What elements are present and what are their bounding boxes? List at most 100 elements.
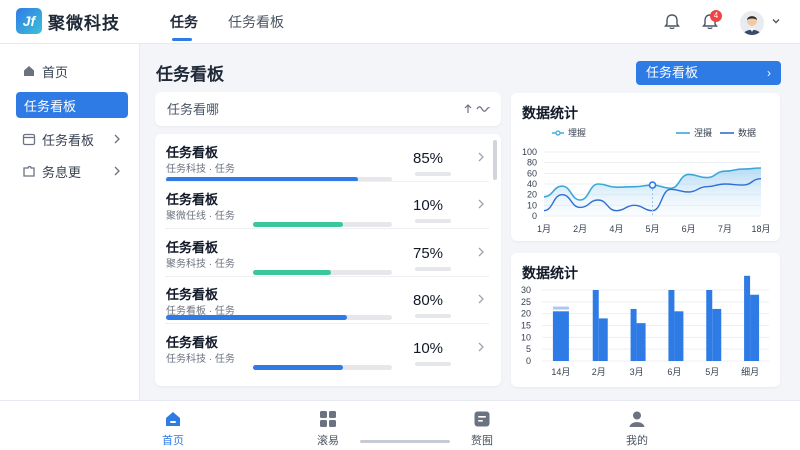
nav-document[interactable]: 赘囿	[452, 409, 512, 448]
bar[interactable]	[706, 290, 713, 361]
page-title: 任务看板	[156, 65, 224, 84]
tab-tasks[interactable]: 任务	[170, 12, 198, 32]
y-tick-label: 20	[527, 190, 537, 200]
task-subtitle: 聚微任线 · 任务	[166, 211, 235, 223]
task-row[interactable]: 任务看板聚微任线 · 任务 10%	[155, 181, 501, 230]
chevron-right-icon[interactable]	[477, 151, 485, 163]
task-progress-fill	[253, 222, 343, 228]
home-indicator	[360, 440, 450, 443]
task-mini-bar	[415, 314, 451, 319]
bell-icon[interactable]	[662, 12, 682, 32]
task-title: 任务看板	[166, 145, 219, 160]
x-tick-label: 18月	[751, 224, 770, 234]
x-tick-label: 4月	[609, 224, 623, 234]
y-tick-label: 10	[527, 200, 537, 210]
task-progress-fill	[253, 269, 331, 275]
task-row[interactable]: 任务看板 聚务科技 · 任务 75%	[155, 229, 501, 277]
logo[interactable]: Jf 聚微科技	[16, 8, 120, 34]
data-point[interactable]	[648, 181, 657, 189]
x-tick-label: 细月	[741, 366, 759, 377]
scrollbar[interactable]	[493, 140, 497, 180]
nav-profile[interactable]: 我的	[607, 409, 667, 448]
document-icon	[474, 411, 490, 427]
task-percent: 80%	[413, 292, 444, 310]
chevron-down-icon[interactable]	[770, 15, 782, 27]
wave-icon[interactable]	[476, 104, 490, 114]
sort-icon[interactable]	[462, 103, 474, 115]
bar[interactable]	[668, 290, 675, 361]
bar[interactable]	[552, 311, 569, 361]
sidebar-item-home[interactable]: 首页	[16, 58, 128, 84]
avatar[interactable]	[740, 11, 764, 35]
legend-label: 埋握	[568, 127, 586, 138]
logo-icon: Jf	[16, 8, 42, 34]
home-icon	[24, 66, 34, 76]
task-progress-bar	[166, 315, 392, 321]
bar[interactable]	[674, 311, 684, 361]
user-icon	[629, 411, 645, 427]
task-title: 任务看板	[166, 239, 219, 255]
top-bar: Jf 聚微科技 任务 任务看板 4	[0, 0, 800, 44]
bar-chart-card: 数据统计 0 5 10 15 20 25 30 14月 2月 3月 6月 5月 细月	[511, 253, 780, 387]
search-input[interactable]	[167, 100, 417, 118]
task-subtitle: 任务科技 · 任务	[166, 164, 235, 175]
task-percent: 85%	[413, 150, 444, 167]
chevron-right-icon[interactable]	[477, 198, 485, 210]
nav-label: 滚易	[317, 435, 339, 447]
y-tick-label: 25	[521, 297, 531, 307]
task-row[interactable]: 任务看板 任务看板 · 任务 80%	[155, 276, 501, 325]
active-tab-indicator	[172, 38, 192, 41]
nav-home[interactable]: 首页	[143, 409, 203, 448]
x-tick-label: 5月	[645, 224, 659, 234]
user-avatar-icon	[740, 11, 764, 35]
task-progress-bar	[253, 364, 392, 370]
task-progress-fill	[253, 364, 343, 370]
calendar-icon	[22, 133, 36, 146]
task-subtitle: 聚务科技 · 任务	[166, 258, 235, 270]
task-title: 任务看板	[166, 334, 219, 350]
y-tick-label: 10	[521, 332, 531, 342]
legend-label: 数据	[738, 127, 756, 138]
sidebar: 首页 任务看板 任务看板 务息更	[0, 44, 140, 400]
task-board-button[interactable]: 任务看板 ›	[636, 61, 781, 85]
bar[interactable]	[630, 308, 637, 361]
task-subtitle: 任务科技 · 任务	[166, 353, 235, 365]
y-tick-label: 30	[521, 285, 531, 295]
bar[interactable]	[712, 308, 722, 361]
task-percent: 10%	[413, 197, 444, 215]
chevron-right-icon[interactable]	[477, 246, 485, 258]
series-area	[544, 168, 761, 216]
sidebar-item-label: 首页	[42, 64, 69, 80]
sidebar-item-task-board[interactable]: 任务看板	[16, 92, 128, 118]
task-percent: 10%	[413, 339, 444, 357]
task-title: 任务看板	[166, 287, 219, 303]
sidebar-item-task-board-2[interactable]: 任务看板	[16, 126, 128, 152]
x-tick-label: 14月	[551, 367, 570, 377]
nav-grid[interactable]: 滚易	[298, 409, 358, 448]
bar[interactable]	[592, 290, 599, 361]
x-tick-label: 2月	[592, 367, 606, 377]
task-mini-bar	[415, 219, 451, 224]
bar[interactable]	[598, 318, 608, 361]
task-title: 任务看板	[166, 192, 219, 208]
nav-label: 赘囿	[471, 435, 493, 447]
nav-label: 首页	[162, 435, 184, 447]
y-tick-label: 40	[527, 179, 537, 189]
legend-marker	[555, 130, 561, 136]
chevron-right-icon[interactable]	[477, 293, 485, 305]
bar[interactable]	[744, 275, 751, 361]
bar[interactable]	[636, 323, 646, 361]
sidebar-item-info[interactable]: 务息更	[16, 158, 128, 184]
y-tick-label: 20	[521, 309, 531, 319]
bar[interactable]	[750, 294, 760, 361]
y-tick-label: 0	[532, 211, 537, 221]
chevron-right-icon[interactable]	[477, 341, 485, 353]
task-mini-bar	[415, 172, 451, 176]
task-row[interactable]: 任务看板任务科技 · 任务 10%	[155, 324, 501, 372]
chevron-right-icon	[114, 134, 120, 144]
task-row[interactable]: 任务看板任务科技 · 任务 85%	[155, 134, 501, 182]
bar[interactable]	[552, 306, 569, 310]
bar-chart: 05101520253014月 2月 3月 6月 5月 细月	[521, 275, 769, 377]
tab-task-board[interactable]: 任务看板	[228, 12, 284, 32]
task-mini-bar	[415, 361, 451, 366]
